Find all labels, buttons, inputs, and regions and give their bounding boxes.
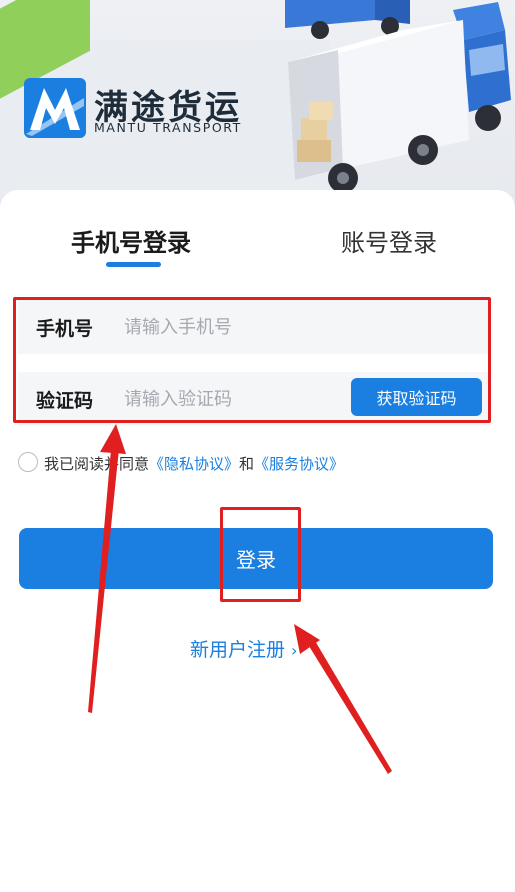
agreement-prefix: 我已阅读并同意	[44, 455, 150, 473]
phone-label: 手机号	[36, 318, 94, 340]
phone-input[interactable]	[124, 312, 344, 342]
service-agreement-link[interactable]: 《服务协议》	[254, 455, 344, 473]
login-button[interactable]: 登录	[19, 528, 493, 589]
verification-code-input[interactable]	[124, 384, 344, 414]
register-link[interactable]: 新用户注册 ›	[190, 635, 297, 662]
brand-name-en: MANTU TRANSPORT	[94, 120, 242, 135]
agreement-text: 我已阅读并同意《隐私协议》和《服务协议》	[44, 453, 344, 474]
register-label: 新用户注册	[190, 639, 286, 661]
code-field-row: 验证码 获取验证码	[18, 372, 490, 426]
tab-phone-login[interactable]: 手机号登录	[71, 223, 191, 258]
active-tab-indicator	[106, 262, 161, 267]
header-illustration: 满途货运 MANTU TRANSPORT	[0, 0, 515, 210]
agreement-conjunction: 和	[239, 455, 255, 473]
code-label: 验证码	[36, 390, 94, 412]
tab-account-login[interactable]: 账号登录	[341, 223, 437, 258]
phone-field-row: 手机号	[18, 300, 490, 354]
privacy-policy-link[interactable]: 《隐私协议》	[149, 455, 239, 473]
get-code-button[interactable]: 获取验证码	[351, 378, 482, 416]
login-card: 手机号登录 账号登录 手机号 验证码 获取验证码 我已阅读并同意《隐私协议》和《…	[0, 190, 515, 892]
agreement-checkbox[interactable]	[18, 452, 38, 472]
truck-illustration	[288, 2, 511, 193]
brand-logo: 满途货运 MANTU TRANSPORT	[24, 78, 264, 140]
logo-icon	[24, 78, 86, 138]
chevron-right-icon: ›	[291, 641, 298, 660]
